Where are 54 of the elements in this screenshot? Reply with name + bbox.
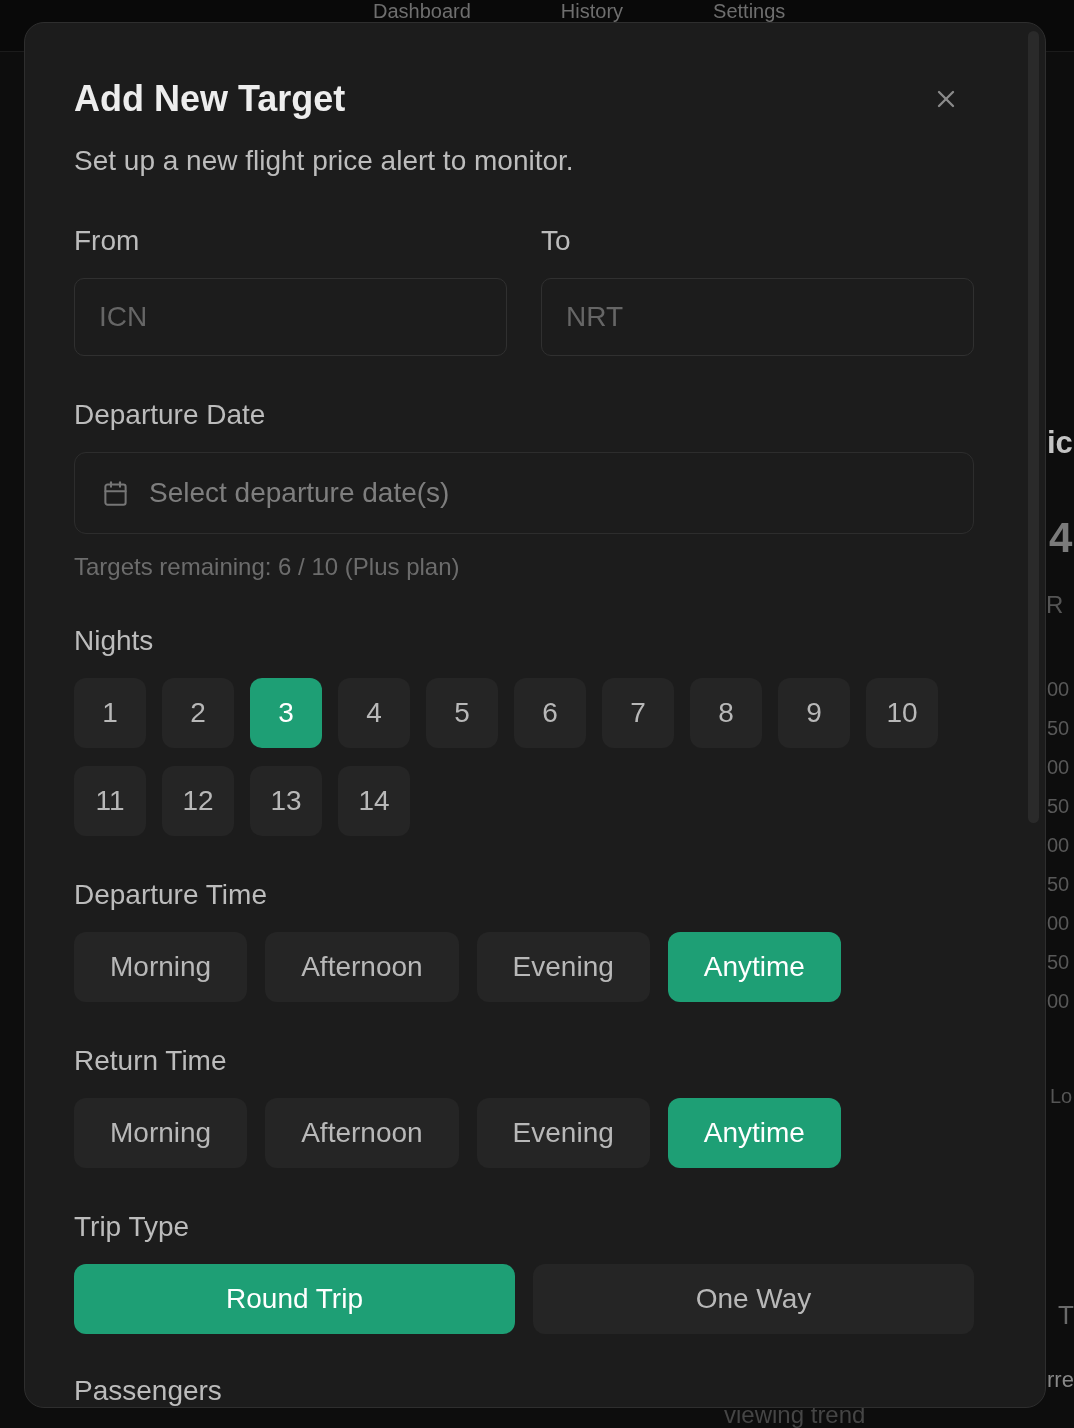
night-option-button[interactable]: 7 — [602, 678, 674, 748]
axis-tick-label: 50 — [1046, 794, 1070, 819]
axis-tick-label: 50 — [1046, 872, 1070, 897]
axis-tick-label: 50 — [1046, 716, 1070, 741]
axis-tick-label: 00 — [1046, 677, 1070, 702]
field-label: Departure Date — [74, 398, 266, 432]
section-title: T — [1057, 1300, 1074, 1330]
dialog-subtitle: Set up a new flight price alert to monitor. — [74, 144, 575, 178]
time-option-button[interactable]: Morning — [74, 1098, 248, 1168]
section-label: Nights — [74, 624, 154, 658]
stat-caption: R — [1046, 590, 1064, 620]
axis-tick-label: 00 — [1046, 755, 1070, 780]
night-option-button[interactable]: 1 — [74, 678, 146, 748]
input-field[interactable]: ICN — [74, 278, 507, 356]
section-label: Departure Time — [74, 878, 267, 912]
time-option-button[interactable]: Afternoon — [265, 1098, 459, 1168]
time-option-button[interactable]: Morning — [74, 932, 248, 1002]
night-option-button[interactable]: 13 — [250, 766, 322, 836]
night-option-button[interactable]: 6 — [514, 678, 586, 748]
dialog-title: Add New Target — [74, 79, 346, 119]
axis-tick-label: 50 — [1046, 950, 1070, 975]
night-option-button[interactable]: 5 — [426, 678, 498, 748]
date-picker-field[interactable]: Select departure date(s) — [74, 452, 974, 534]
axis-tick-label: 00 — [1046, 911, 1070, 936]
trip-type-button[interactable]: One Way — [533, 1264, 974, 1334]
time-option-button[interactable]: Afternoon — [265, 932, 459, 1002]
time-option-button[interactable]: Evening — [476, 1098, 650, 1168]
section-label: Return Time — [74, 1044, 227, 1078]
night-option-button[interactable]: 12 — [162, 766, 234, 836]
section-label: Passengers — [74, 1376, 222, 1406]
night-option-button[interactable]: 14 — [338, 766, 410, 836]
field-label: From — [74, 224, 140, 258]
chart-caption: viewing trend — [724, 1402, 866, 1428]
calendar-icon — [102, 479, 129, 507]
time-option-button[interactable]: Evening — [476, 932, 650, 1002]
night-option-button[interactable]: 2 — [162, 678, 234, 748]
axis-tick-label: 00 — [1046, 833, 1070, 858]
night-option-button[interactable]: 11 — [74, 766, 146, 836]
nav-tab[interactable]: History — [560, 1, 624, 21]
night-option-button[interactable]: 4 — [338, 678, 410, 748]
night-option-button[interactable]: 10 — [866, 678, 938, 748]
nav-tab[interactable]: Dashboard — [373, 1, 471, 21]
nav-tab[interactable]: Settings — [713, 1, 786, 21]
night-option-button[interactable]: 8 — [690, 678, 762, 748]
body-text: rre — [1046, 1366, 1074, 1394]
hint-text: Targets remaining: 6 / 10 (Plus plan) — [74, 552, 461, 582]
section-label: Trip Type — [74, 1210, 190, 1244]
night-option-button[interactable]: 9 — [778, 678, 850, 748]
legend-label: Lo — [1049, 1084, 1073, 1109]
stat-value: 4 — [1048, 513, 1073, 563]
panel-heading: ic — [1046, 424, 1073, 462]
field-label: To — [541, 224, 571, 258]
input-field[interactable]: NRT — [541, 278, 974, 356]
axis-tick-label: 00 — [1046, 989, 1070, 1014]
